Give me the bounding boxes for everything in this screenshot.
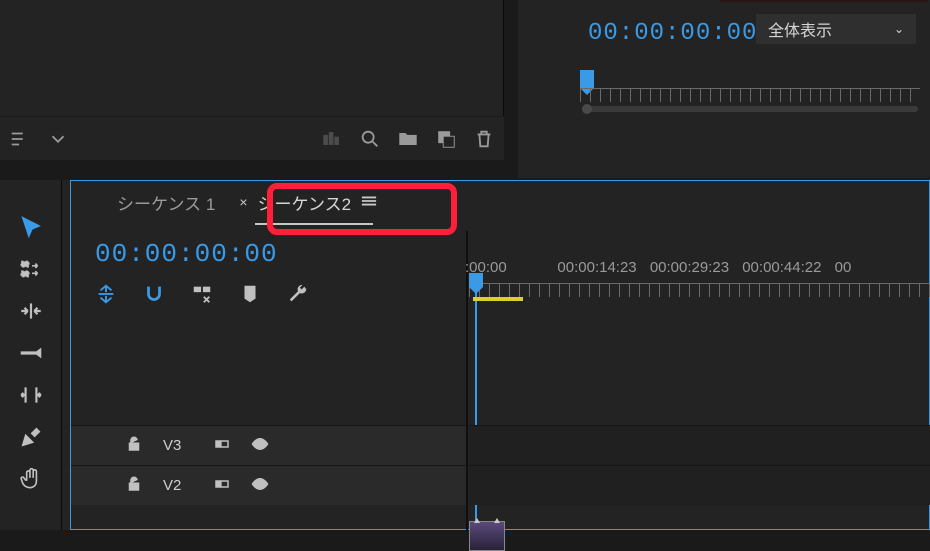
sequence-tab-label: シーケンス 1 bbox=[117, 190, 215, 215]
program-scrollbar[interactable] bbox=[588, 106, 918, 112]
sequence-tab-2[interactable]: × シーケンス2 bbox=[227, 182, 389, 223]
clip-thumbnail[interactable] bbox=[469, 521, 505, 551]
panel-menu-icon[interactable] bbox=[361, 192, 377, 212]
track-lane-v2[interactable] bbox=[469, 465, 930, 505]
track-lane-v3[interactable] bbox=[469, 425, 930, 465]
pen-tool[interactable] bbox=[16, 422, 46, 452]
search-icon[interactable] bbox=[358, 127, 382, 151]
sequence-tab-label: シーケンス2 bbox=[258, 190, 352, 215]
track-label: V3 bbox=[163, 437, 193, 454]
snap-icon[interactable] bbox=[143, 283, 165, 305]
chevron-down-icon: ⌄ bbox=[894, 22, 904, 36]
lock-icon[interactable] bbox=[125, 435, 143, 457]
timeline-header: 00:00:00:00 bbox=[95, 239, 489, 305]
razor-tool[interactable] bbox=[16, 338, 46, 368]
track-select-forward-tool[interactable] bbox=[16, 254, 46, 284]
insert-toggle-icon[interactable] bbox=[95, 283, 117, 305]
tools-panel bbox=[0, 180, 62, 530]
source-monitor bbox=[0, 0, 504, 116]
program-scale-label: 0 bbox=[540, 0, 584, 4]
settings-wrench-icon[interactable] bbox=[287, 283, 309, 305]
linked-selection-icon[interactable] bbox=[191, 283, 213, 305]
ruler-tick-label: 00 bbox=[835, 259, 927, 276]
slip-tool[interactable] bbox=[16, 380, 46, 410]
track-header-v3[interactable]: V3 bbox=[71, 425, 466, 465]
track-lanes[interactable] bbox=[469, 425, 930, 505]
program-timecode[interactable]: 00:00:00:00 bbox=[588, 20, 757, 47]
program-playhead[interactable] bbox=[580, 70, 594, 88]
sequence-tab-1[interactable]: シーケンス 1 bbox=[105, 182, 227, 223]
close-icon[interactable]: × bbox=[239, 194, 247, 210]
work-area-bar[interactable] bbox=[473, 297, 523, 301]
source-patching-icon[interactable] bbox=[213, 475, 231, 497]
track-label: V2 bbox=[163, 477, 193, 494]
selection-tool[interactable] bbox=[16, 212, 46, 242]
program-ruler[interactable] bbox=[580, 64, 920, 108]
program-zoom-dropdown[interactable]: 全体表示 ⌄ bbox=[756, 14, 916, 44]
bars-icon[interactable] bbox=[320, 127, 344, 151]
marker-icon[interactable] bbox=[239, 283, 261, 305]
ruler-ticks bbox=[469, 283, 930, 297]
timeline-playhead[interactable] bbox=[469, 273, 483, 287]
ruler-labels: :00:00 00:00:14:23 00:00:29:23 00:00:44:… bbox=[465, 259, 927, 276]
hand-tool[interactable] bbox=[16, 464, 46, 494]
list-view-icon[interactable] bbox=[8, 127, 32, 151]
project-toolbar bbox=[0, 116, 504, 160]
timeline-ruler[interactable]: :00:00 00:00:14:23 00:00:29:23 00:00:44:… bbox=[469, 263, 930, 303]
timeline-tabs: シーケンス 1 × シーケンス2 bbox=[71, 181, 929, 223]
program-ticks bbox=[580, 88, 920, 102]
timeline-timecode[interactable]: 00:00:00:00 bbox=[95, 239, 489, 269]
track-headers: V3 V2 bbox=[71, 425, 466, 505]
eye-icon[interactable] bbox=[251, 475, 269, 497]
ruler-tick-label: 00:00:14:23 bbox=[557, 259, 649, 276]
timeline-panel: シーケンス 1 × シーケンス2 00:00:00:00 bbox=[70, 180, 930, 530]
eye-icon[interactable] bbox=[251, 435, 269, 457]
chevron-down-icon[interactable] bbox=[46, 127, 70, 151]
source-patching-icon[interactable] bbox=[213, 435, 231, 457]
track-header-v2[interactable]: V2 bbox=[71, 465, 466, 505]
folder-icon[interactable] bbox=[396, 127, 420, 151]
trash-icon[interactable] bbox=[472, 127, 496, 151]
program-preview-bar bbox=[720, 0, 928, 2]
lock-icon[interactable] bbox=[125, 475, 143, 497]
ripple-edit-tool[interactable] bbox=[16, 296, 46, 326]
ruler-tick-label: 00:00:29:23 bbox=[650, 259, 742, 276]
ruler-tick-label: 00:00:44:22 bbox=[742, 259, 834, 276]
program-zoom-label: 全体表示 bbox=[768, 17, 832, 41]
new-item-icon[interactable] bbox=[434, 127, 458, 151]
program-monitor: 0 00:00:00:00 全体表示 ⌄ bbox=[518, 0, 930, 178]
timeline-divider[interactable] bbox=[466, 231, 468, 531]
